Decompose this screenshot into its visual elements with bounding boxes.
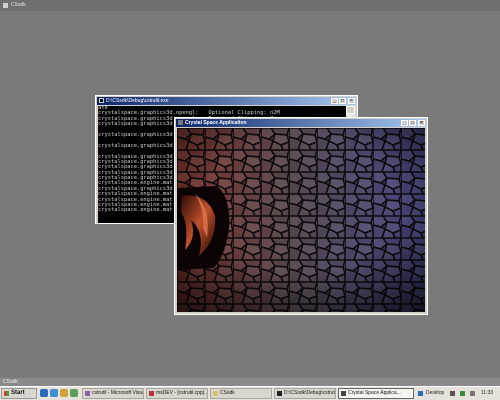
- volume-icon[interactable]: [470, 391, 475, 396]
- cs-window-title: Crystal Space Application: [185, 120, 247, 126]
- maximize-button[interactable]: □: [409, 120, 416, 126]
- outlook-icon[interactable]: [50, 389, 58, 397]
- taskbar: Start cstrutil - Microsoft Visual... msD…: [0, 386, 500, 400]
- outer-titlebar: CSsdk: [0, 0, 500, 11]
- status-text: CSsdk: [3, 379, 18, 385]
- start-button[interactable]: Start: [1, 388, 37, 399]
- taskbar-button-active[interactable]: Crystal Space Applica...: [338, 388, 414, 399]
- stone-wall-render: [177, 128, 425, 312]
- crystal-space-icon: [341, 391, 346, 396]
- network-icon[interactable]: [460, 391, 465, 396]
- cs-titlebar[interactable]: Crystal Space Application _ □ ×: [176, 119, 426, 127]
- taskbar-button-label: D:\CSsdk\Debug\cstrutil...: [284, 390, 336, 396]
- outer-window-title: CSsdk: [11, 2, 26, 8]
- crystal-space-window[interactable]: Crystal Space Application _ □ ×: [174, 117, 428, 315]
- console-window-title: D:\CSsdk\Debug\cstrutil.exe: [106, 98, 169, 104]
- taskbar-button[interactable]: cstrutil - Microsoft Visual...: [82, 388, 144, 399]
- desktop-icon[interactable]: [70, 389, 78, 397]
- start-label: Start: [11, 390, 25, 396]
- taskbar-button[interactable]: msDEV - [cstrutil.cpp]...: [146, 388, 208, 399]
- clock[interactable]: 11:33: [481, 388, 493, 399]
- msdev-icon: [149, 391, 154, 396]
- taskbar-button-label: Crystal Space Applica...: [348, 390, 401, 396]
- taskbar-button-label: CSsdk: [220, 390, 235, 396]
- taskbar-button-label: msDEV - [cstrutil.cpp]...: [156, 390, 208, 396]
- chevron-icon[interactable]: [450, 391, 455, 396]
- system-tray: Desktop 11:33: [418, 388, 499, 399]
- taskbar-button[interactable]: D:\CSsdk\Debug\cstrutil...: [274, 388, 336, 399]
- taskbar-button-label: cstrutil - Microsoft Visual...: [92, 390, 143, 396]
- console-titlebar[interactable]: D:\CSsdk\Debug\cstrutil.exe _ □ ×: [97, 97, 356, 105]
- taskbar-button[interactable]: CSsdk: [210, 388, 272, 399]
- minimize-button[interactable]: _: [401, 120, 408, 126]
- app-icon: [3, 3, 8, 8]
- media-icon[interactable]: [60, 389, 68, 397]
- console-icon: [99, 98, 104, 103]
- maximize-button[interactable]: □: [339, 98, 346, 104]
- folder-icon: [213, 391, 218, 396]
- desktop-toolbar-label[interactable]: Desktop: [426, 388, 444, 399]
- visual-studio-icon: [85, 391, 90, 396]
- windows-logo-icon: [4, 391, 9, 396]
- cs-app-icon: [178, 120, 183, 125]
- scroll-up-arrow[interactable]: [346, 106, 355, 114]
- minimize-button[interactable]: _: [331, 98, 338, 104]
- ie-icon[interactable]: [40, 389, 48, 397]
- tray-icon[interactable]: [418, 391, 423, 396]
- close-button[interactable]: ×: [418, 120, 425, 126]
- outer-statusbar: CSsdk: [0, 378, 500, 386]
- console-icon: [277, 391, 282, 396]
- 3d-render-viewport[interactable]: [177, 128, 425, 312]
- close-button[interactable]: ×: [348, 98, 355, 104]
